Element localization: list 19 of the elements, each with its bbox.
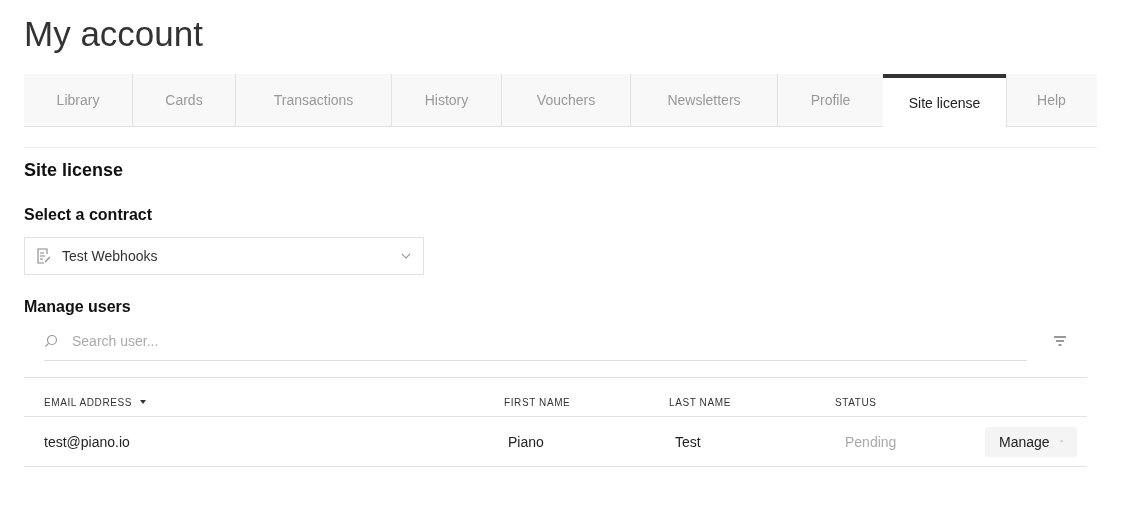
- filter-icon[interactable]: [1053, 336, 1067, 346]
- table-cell-text: test@piano.io: [44, 433, 131, 450]
- column-header[interactable]: STATUS: [835, 396, 877, 408]
- chevron-down-icon: [401, 253, 411, 259]
- tab[interactable]: Site license: [883, 74, 1006, 127]
- contract-select[interactable]: Test Webhooks: [24, 237, 424, 275]
- sort-icon[interactable]: [140, 400, 146, 404]
- table-cell-text: Piano: [507, 433, 545, 450]
- table-cell-text: Pending: [844, 433, 898, 450]
- page-title: My account: [24, 13, 204, 55]
- document-icon: [37, 248, 51, 264]
- users-title: Manage users: [24, 297, 132, 317]
- table-cell-text: Test: [674, 433, 702, 450]
- column-header[interactable]: EMAIL ADDRESS: [44, 396, 132, 408]
- column-header[interactable]: LAST NAME: [669, 396, 731, 408]
- manage-button[interactable]: Manage: [985, 426, 1077, 457]
- column-header[interactable]: FIRST NAME: [504, 396, 571, 408]
- contract-label: Select a contract: [24, 205, 154, 225]
- section-title: Site license: [24, 159, 125, 181]
